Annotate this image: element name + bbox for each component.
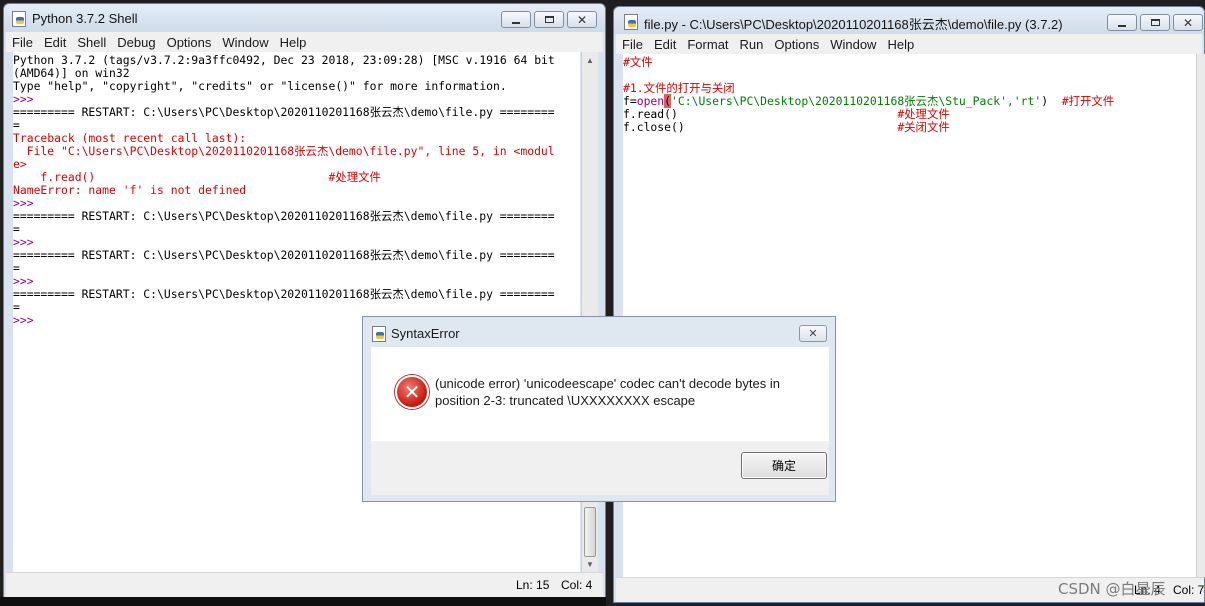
close-button[interactable]: ✕: [1173, 14, 1203, 31]
dialog-title: SyntaxError: [391, 326, 460, 341]
ok-button[interactable]: 确定: [741, 452, 827, 479]
shell-output-line: =: [13, 222, 20, 236]
maximize-button[interactable]: [534, 11, 564, 28]
shell-output-line: ========= RESTART: C:\Users\PC\Desktop\2…: [13, 105, 555, 119]
error-message: (unicode error) 'unicodeescape' codec ca…: [435, 376, 780, 408]
status-line: Ln: 15: [516, 578, 550, 592]
menu-file[interactable]: File: [622, 37, 643, 52]
close-button[interactable]: ✕: [567, 11, 597, 28]
builtin-open: open: [636, 94, 665, 108]
editor-title: file.py - C:\Users\PC\Desktop\2020110201…: [644, 17, 1063, 32]
scroll-thumb[interactable]: [584, 507, 596, 557]
code-token: f.close(): [623, 120, 898, 134]
shell-output-line: =: [13, 261, 20, 275]
status-column: Col: 4: [561, 578, 593, 592]
minimize-button[interactable]: [1107, 14, 1137, 31]
menu-options[interactable]: Options: [774, 37, 819, 52]
code-token: f=: [623, 94, 637, 108]
menu-help[interactable]: Help: [887, 37, 914, 52]
dialog-body: ✕ (unicode error) 'unicodeescape' codec …: [371, 347, 829, 441]
menu-window[interactable]: Window: [222, 35, 268, 50]
editor-menubar: File Edit Format Run Options Window Help: [616, 34, 1202, 54]
watermark: CSDN @白星辰: [1058, 580, 1166, 598]
minimize-icon: [1118, 24, 1126, 27]
menu-format[interactable]: Format: [687, 37, 728, 52]
status-column: Col: 7: [1173, 583, 1205, 597]
python-file-icon: [624, 14, 638, 30]
shell-output-line: File "C:\Users\PC\Desktop\2020110201168张…: [13, 144, 555, 158]
menu-run[interactable]: Run: [740, 37, 764, 52]
editor-window: file.py - C:\Users\PC\Desktop\2020110201…: [613, 6, 1205, 603]
menu-debug[interactable]: Debug: [117, 35, 155, 50]
menu-shell[interactable]: Shell: [77, 35, 106, 50]
scroll-down-arrow[interactable]: ▼: [582, 556, 598, 572]
python-icon: [372, 326, 386, 342]
code-token: f.read(): [623, 107, 898, 121]
shell-output-line: ========= RESTART: C:\Users\PC\Desktop\2…: [13, 248, 555, 262]
menu-edit[interactable]: Edit: [44, 35, 66, 50]
syntax-error-dialog: SyntaxError ✕ ✕ (unicode error) 'unicode…: [362, 316, 836, 502]
scroll-up-arrow[interactable]: ▲: [582, 52, 598, 68]
close-icon: ✕: [576, 12, 588, 27]
maximize-icon: [1150, 19, 1160, 26]
string-literal: 'C:\Users\PC\Desktop\2020110201168张云杰\St…: [671, 94, 1042, 108]
shell-title: Python 3.7.2 Shell: [32, 11, 138, 26]
shell-output-line: Type "help", "copyright", "credits" or "…: [13, 79, 507, 93]
close-icon: ✕: [808, 328, 818, 340]
menu-help[interactable]: Help: [280, 35, 307, 50]
error-icon: ✕: [395, 375, 429, 409]
editor-vertical-scrollbar[interactable]: [1196, 54, 1205, 577]
code-line-1: #文件: [623, 55, 653, 69]
shell-output-line: NameError: name 'f' is not defined: [13, 183, 247, 197]
taskbar-edge: [0, 597, 606, 606]
minimize-icon: [512, 21, 520, 24]
menu-window[interactable]: Window: [830, 37, 876, 52]
shell-output-line: ========= RESTART: C:\Users\PC\Desktop\2…: [13, 209, 555, 223]
shell-output-line: =: [13, 300, 20, 314]
editor-titlebar[interactable]: file.py - C:\Users\PC\Desktop\2020110201…: [614, 7, 1204, 35]
shell-titlebar[interactable]: Python 3.7.2 Shell ✕: [4, 4, 605, 32]
menu-options[interactable]: Options: [167, 35, 212, 50]
maximize-icon: [544, 16, 554, 23]
python-icon: [12, 11, 26, 27]
code-token: ): [1041, 94, 1062, 108]
minimize-button[interactable]: [501, 11, 531, 28]
close-icon: ✕: [1182, 15, 1194, 30]
menu-file[interactable]: File: [12, 35, 33, 50]
shell-menubar: File Edit Shell Debug Options Window Hel…: [6, 32, 603, 52]
cursor-paren: (: [664, 94, 672, 108]
menu-edit[interactable]: Edit: [654, 37, 676, 52]
comment-close-file: #关闭文件: [897, 120, 950, 134]
shell-statusbar: Ln: 15 Col: 4: [6, 572, 603, 598]
shell-output-line: ========= RESTART: C:\Users\PC\Desktop\2…: [13, 287, 555, 301]
shell-window: Python 3.7.2 Shell ✕ File Edit Shell Deb…: [3, 3, 606, 600]
dialog-close-button[interactable]: ✕: [799, 325, 827, 342]
code-line-6: f.close() #关闭文件: [623, 121, 1196, 134]
comment-process-file: #处理文件: [897, 107, 950, 121]
dialog-footer: 确定: [371, 441, 829, 495]
comment-open-file: #打开文件: [1061, 94, 1115, 108]
maximize-button[interactable]: [1140, 14, 1170, 31]
